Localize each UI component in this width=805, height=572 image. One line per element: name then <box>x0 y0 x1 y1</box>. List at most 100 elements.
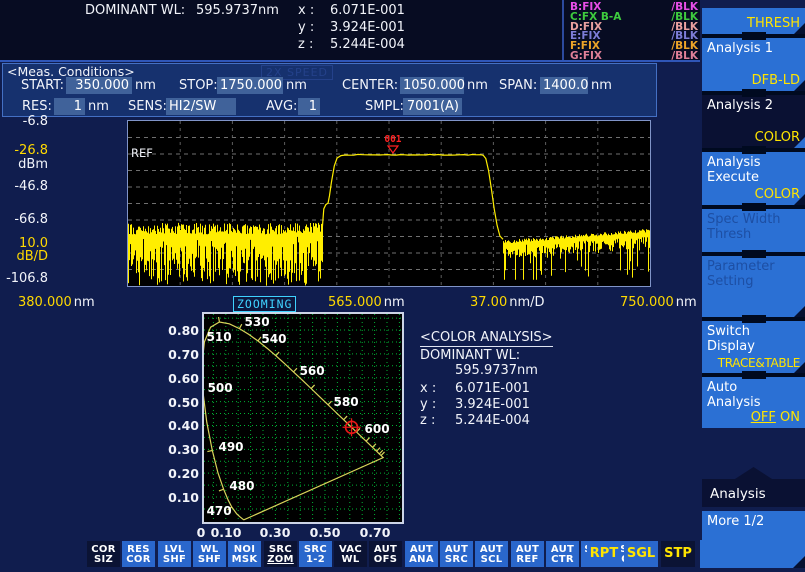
xtick-value: 380.000 <box>18 295 72 310</box>
toolbar-line2: WL <box>341 554 359 565</box>
cie-ytick-0.50: 0.50 <box>159 395 199 410</box>
spectrum-xtick: 380.000nm <box>18 295 95 310</box>
toolbar-line2: 1-2 <box>306 554 325 565</box>
softkey-parameter-setting: Parameter Setting <box>702 256 805 317</box>
softkey-thresh[interactable]: THRESH <box>702 8 805 34</box>
toolbar-line2: ZOM <box>267 554 294 565</box>
cie-ytick-0.70: 0.70 <box>159 347 199 362</box>
meas-unit: nm <box>467 78 488 93</box>
toolbar-aut-ofs[interactable]: AUTOFS <box>369 541 402 567</box>
meas-label-smpl: SMPL: <box>365 99 404 114</box>
meas-field-sens[interactable]: HI2/SW <box>166 98 236 115</box>
zooming-badge: ZOOMING <box>233 296 296 312</box>
toolbar-line2: SHF <box>198 554 221 565</box>
svg-text:510: 510 <box>207 330 232 344</box>
toolbar-aut-ref[interactable]: AUTREF <box>511 541 544 567</box>
meas-field-avg[interactable]: 1 <box>298 98 320 115</box>
toolbar-src-zom[interactable]: SRCZOM <box>264 541 297 567</box>
toolbar-cor-siz[interactable]: CORSIZ <box>87 541 120 567</box>
spectrum-ytick-68: -6.8 <box>0 114 48 129</box>
spectrum-xtick: 750.000nm <box>620 295 697 310</box>
toolbar-aut-src[interactable]: AUTSRC <box>440 541 473 567</box>
cie-canvas: 530510540560500580600490480470 <box>204 314 402 522</box>
spectrum-ytick-668: -66.8 <box>0 212 48 227</box>
toolbar-aut-scl[interactable]: AUTSCL <box>475 541 508 567</box>
softkey-spec-width-thresh: Spec Width Thresh <box>702 209 805 252</box>
xtick-value: 565.000 <box>328 295 382 310</box>
toolbar-src-1-2[interactable]: SRC1-2 <box>299 541 332 567</box>
softkey-notch <box>742 146 766 154</box>
meas-label-sens: SENS: <box>128 99 167 114</box>
sweep-stp[interactable]: STP <box>661 541 695 567</box>
meas-field-res[interactable]: 1 <box>54 98 85 115</box>
meas-field-span[interactable]: 1400.0 <box>540 77 588 94</box>
meas-field-center[interactable]: 1050.000 <box>400 77 464 94</box>
meas-label-res: RES: <box>22 99 52 114</box>
xtick-unit: nm/D <box>509 295 544 310</box>
meas-label-center: CENTER: <box>342 78 398 93</box>
sweep-sgl[interactable]: SGL <box>624 541 658 567</box>
toolbar-line2: SRC <box>445 554 468 565</box>
dominant-wl-label: DOMINANT WL: <box>85 3 185 18</box>
spectrum-plot[interactable]: 001 <box>127 120 651 287</box>
xtick-unit: nm <box>676 295 697 310</box>
cie-ytick-0.20: 0.20 <box>159 466 199 481</box>
spectrum-xtick: 37.00nm/D <box>470 295 545 310</box>
cie-xtick-0.50: 0.50 <box>305 525 345 540</box>
cie-xtick-0.30: 0.30 <box>255 525 295 540</box>
svg-text:540: 540 <box>261 332 286 346</box>
coord-z-value: 5.244E-004 <box>330 37 405 52</box>
coord-y-label: y : <box>298 20 314 35</box>
meas-field-start[interactable]: 350.000 <box>66 77 132 94</box>
meas-field-stop[interactable]: 1750.000 <box>217 77 283 94</box>
softkey-analysis-execute[interactable]: Analysis Execute COLOR <box>702 152 805 205</box>
toolbar-lvl-shf[interactable]: LVLSHF <box>158 541 191 567</box>
svg-text:480: 480 <box>229 479 254 493</box>
ca-z-value: 5.244E-004 <box>455 413 530 428</box>
toolbar-aut-ana[interactable]: AUTANA <box>405 541 438 567</box>
color-analysis-title: <COLOR ANALYSIS> <box>420 330 553 347</box>
toolbar-line2: SIZ <box>94 554 113 565</box>
bottom-right-panel[interactable] <box>700 540 805 568</box>
toolbar-line2: SCL <box>481 554 503 565</box>
meas-field-smpl[interactable]: 7001(A) <box>403 98 462 115</box>
softkey-switch-display[interactable]: Switch Display TRACE&TABLE <box>702 321 805 373</box>
softkey-auto-analysis[interactable]: Auto Analysis OFF ON <box>702 377 805 428</box>
svg-text:001: 001 <box>384 134 401 145</box>
ca-y-label: y : <box>420 397 436 412</box>
softkey-notch <box>742 250 766 258</box>
cie-diagram[interactable]: 530510540560500580600490480470 <box>202 312 404 524</box>
meas-label-span: SPAN: <box>499 78 537 93</box>
toolbar-wl-shf[interactable]: WLSHF <box>193 541 226 567</box>
xtick-unit: nm <box>74 295 95 310</box>
toolbar-noi-msk[interactable]: NOIMSK <box>228 541 261 567</box>
spectrum-trace-canvas: 001 <box>128 121 650 286</box>
toolbar-vac-wl[interactable]: VACWL <box>334 541 367 567</box>
meas-unit: nm <box>135 78 156 93</box>
toolbar-line2: MSK <box>232 554 258 565</box>
svg-text:580: 580 <box>334 395 359 409</box>
spectrum-ytick-268: -26.8 <box>0 143 48 158</box>
xtick-value: 750.000 <box>620 295 674 310</box>
toolbar-line2: SHF <box>163 554 186 565</box>
ca-dominant-wl-value: 595.9737nm <box>455 363 538 378</box>
sweep-rpt[interactable]: RPT <box>587 541 621 567</box>
header-band: DOMINANT WL: 595.9737nm x : 6.071E-001 y… <box>0 0 700 60</box>
toolbar-aut-ctr[interactable]: AUTCTR <box>546 541 579 567</box>
ca-y-value: 3.924E-001 <box>455 397 530 412</box>
cie-ytick-0.30: 0.30 <box>159 442 199 457</box>
toolbar-res-cor[interactable]: RESCOR <box>122 541 155 567</box>
softkey-notch <box>742 315 766 323</box>
softkey-analysis-1[interactable]: Analysis 1 DFB-LD <box>702 38 805 91</box>
ca-x-label: x : <box>420 381 436 396</box>
meas-label-avg: AVG: <box>266 99 297 114</box>
toolbar-line2: REF <box>516 554 538 565</box>
cie-ytick-0.60: 0.60 <box>159 371 199 386</box>
spectrum-ytick-1068: -106.8 <box>0 271 48 286</box>
toolbar-line2: COR <box>126 554 150 565</box>
softkey-notch <box>742 32 766 40</box>
xtick-unit: nm <box>384 295 405 310</box>
softkey-analysis-2[interactable]: Analysis 2 COLOR <box>702 95 805 148</box>
header-bottom-line <box>0 60 700 62</box>
spectrum-ytick-468: -46.8 <box>0 179 48 194</box>
